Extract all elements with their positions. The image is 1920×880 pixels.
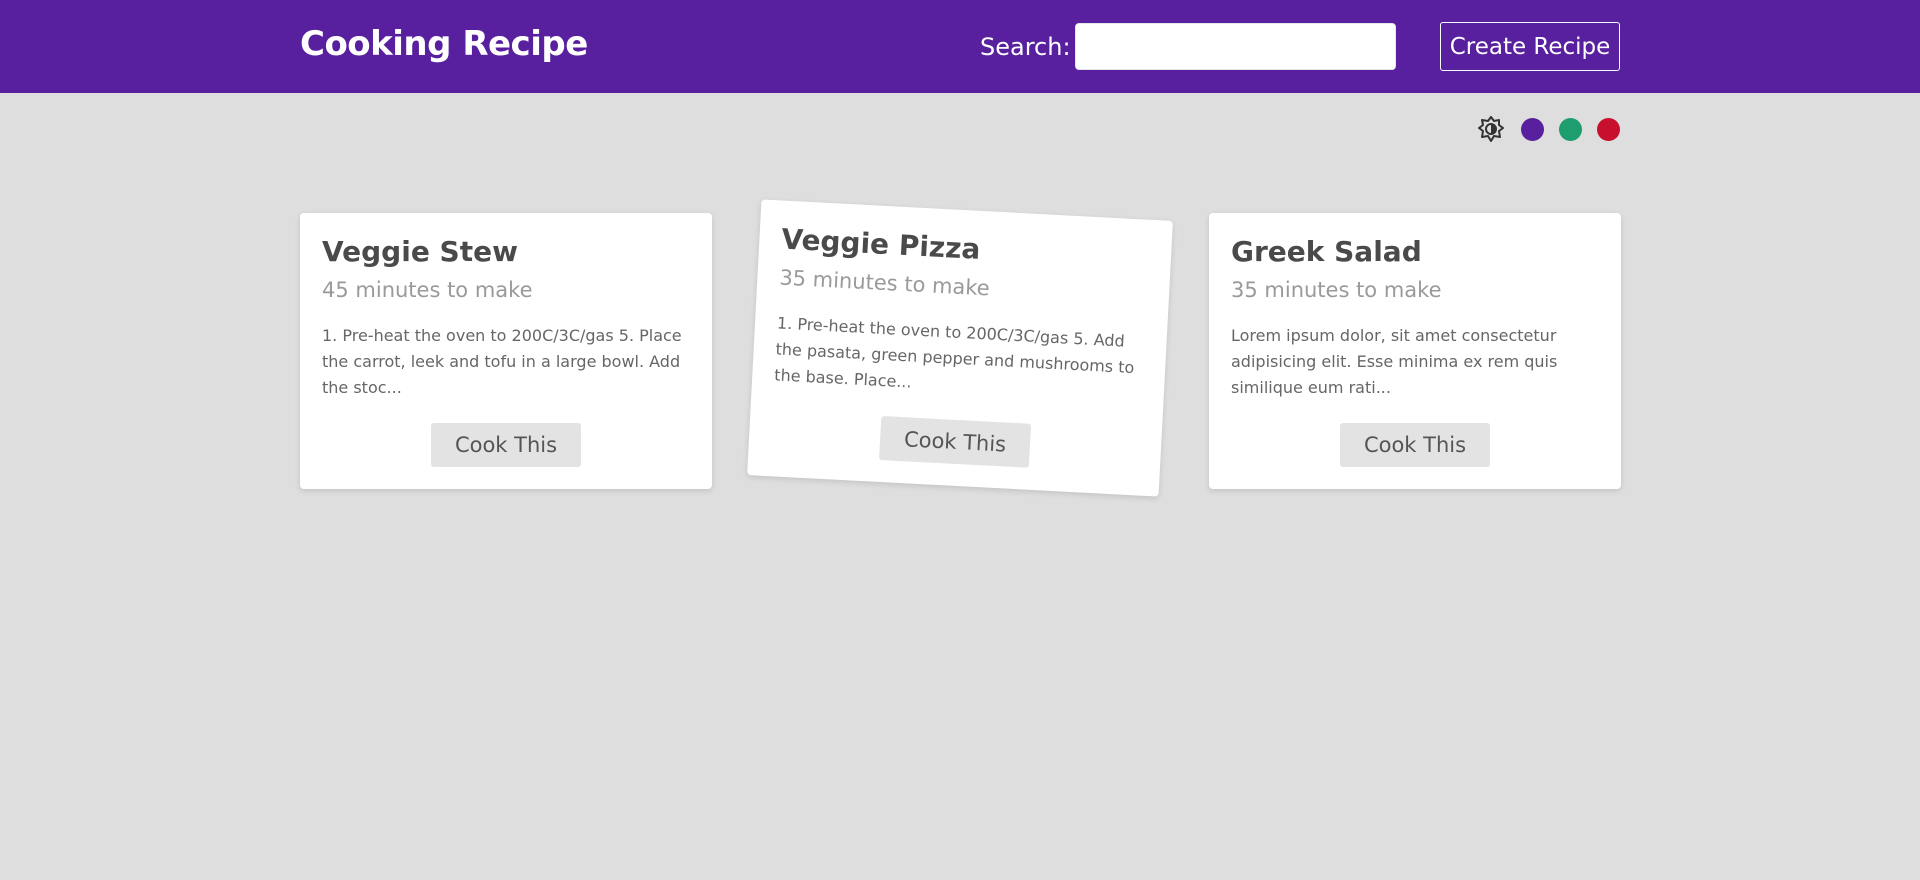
recipe-time: 35 minutes to make <box>778 265 991 301</box>
cook-this-button[interactable]: Cook This <box>1340 423 1490 467</box>
recipe-title: Veggie Stew <box>322 235 518 268</box>
brightness-icon[interactable] <box>1478 116 1504 142</box>
recipe-title: Greek Salad <box>1231 235 1422 268</box>
theme-switcher <box>1478 116 1620 142</box>
cook-this-button[interactable]: Cook This <box>431 423 581 467</box>
theme-green-dot[interactable] <box>1559 118 1582 141</box>
navbar: Cooking Recipe Search: Create Recipe <box>0 0 1920 93</box>
recipe-description: Lorem ipsum dolor, sit amet consectetur … <box>1231 326 1558 397</box>
brand-title[interactable]: Cooking Recipe <box>300 24 588 64</box>
recipe-time: 35 minutes to make <box>1231 278 1442 302</box>
recipe-description: 1. Pre-heat the oven to 200C/3C/gas 5. P… <box>322 326 682 397</box>
theme-red-dot[interactable] <box>1597 118 1620 141</box>
navbar-inner: Cooking Recipe Search: Create Recipe <box>300 0 1620 93</box>
recipe-card: Veggie Stew 45 minutes to make 1. Pre-he… <box>300 213 712 489</box>
search-input[interactable] <box>1075 23 1396 70</box>
theme-purple-dot[interactable] <box>1521 118 1544 141</box>
cook-this-button[interactable]: Cook This <box>879 415 1032 468</box>
recipe-time: 45 minutes to make <box>322 278 533 302</box>
recipe-card: Greek Salad 35 minutes to make Lorem ips… <box>1209 213 1621 489</box>
search-label: Search: <box>980 33 1071 61</box>
recipe-title: Veggie Pizza <box>780 222 982 266</box>
recipe-card: Veggie Pizza 35 minutes to make 1. Pre-h… <box>747 199 1173 497</box>
create-recipe-button[interactable]: Create Recipe <box>1440 22 1620 71</box>
recipe-description: 1. Pre-heat the oven to 200C/3C/gas 5. A… <box>773 313 1135 392</box>
